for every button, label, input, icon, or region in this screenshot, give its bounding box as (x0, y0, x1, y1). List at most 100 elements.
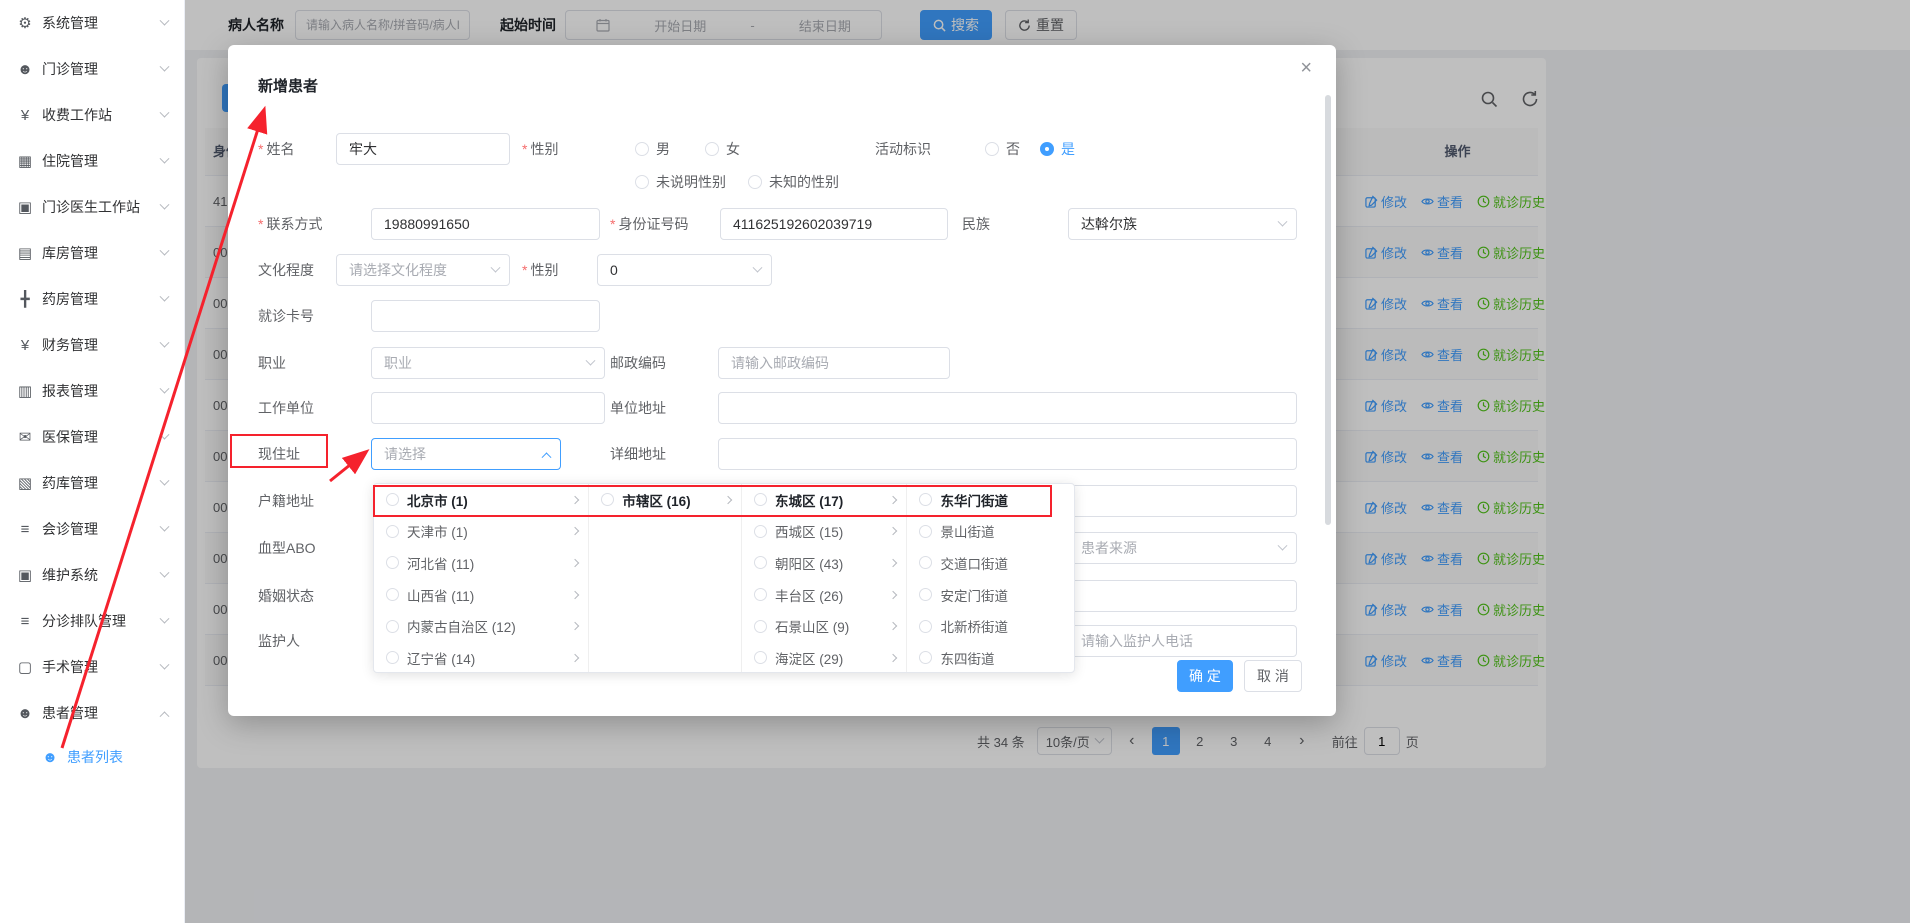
cascader-option[interactable]: 朝阳区 (43) (742, 547, 907, 579)
confirm-button[interactable]: 确 定 (1177, 660, 1233, 692)
gender-radio-unknown[interactable]: 未知的性别 (748, 166, 839, 198)
modal-scrollbar[interactable] (1325, 95, 1331, 525)
sidebar-item[interactable]: ╋ 药房管理 (0, 276, 184, 322)
cascader-option[interactable]: 北京市 (1) (374, 484, 588, 516)
radio-icon (386, 620, 399, 633)
sidebar-item[interactable]: ✉ 医保管理 (0, 414, 184, 460)
cascader-option[interactable]: 石景山区 (9) (742, 610, 907, 642)
sidebar-item[interactable]: ▤ 库房管理 (0, 230, 184, 276)
cascader-option[interactable]: 辽宁省 (14) (374, 642, 588, 672)
card-no-input[interactable] (371, 300, 600, 332)
cascader-option[interactable]: 东华门街道 (907, 484, 1074, 516)
list-icon: ≡ (15, 613, 35, 630)
sidebar-item-label: 门诊管理 (42, 59, 161, 79)
chevron-down-icon (160, 567, 170, 577)
sidebar-subitem-label: 患者列表 (67, 747, 168, 767)
radio-icon (919, 651, 932, 664)
cascader-district-column: 东城区 (17) 西城区 (15) 朝阳区 (43) 丰台区 (26) (742, 484, 908, 672)
sidebar-item[interactable]: ▥ 报表管理 (0, 368, 184, 414)
sidebar-item[interactable]: ☻ 患者管理 (0, 690, 184, 736)
cascader-option[interactable]: 丰台区 (26) (742, 579, 907, 611)
sidebar-item-label: 库房管理 (42, 243, 161, 263)
sidebar-item[interactable]: ⚙ 系统管理 (0, 0, 184, 46)
gender-radio-male[interactable]: 男 (635, 133, 670, 165)
chevron-right-icon (571, 654, 579, 662)
gender-radio-female[interactable]: 女 (705, 133, 740, 165)
education-select[interactable]: 请选择文化程度 (336, 254, 510, 286)
sidebar: ⚙ 系统管理 ☻ 门诊管理 ¥ 收费工作站 ▦ 住院管理 ▣ (0, 0, 185, 923)
guardian-phone-input[interactable] (1068, 625, 1297, 657)
sidebar-item[interactable]: ¥ 收费工作站 (0, 92, 184, 138)
cascader-option[interactable]: 北新桥街道 (907, 610, 1074, 642)
sidebar-item[interactable]: ▣ 维护系统 (0, 552, 184, 598)
radio-icon (919, 588, 932, 601)
active-flag-radio-yes[interactable]: 是 (1040, 133, 1075, 165)
cascader-option[interactable]: 内蒙古自治区 (12) (374, 610, 588, 642)
chevron-right-icon (889, 496, 897, 504)
contact-input[interactable] (371, 208, 600, 240)
sidebar-item[interactable]: ▧ 药库管理 (0, 460, 184, 506)
cascader-option[interactable]: 天津市 (1) (374, 516, 588, 548)
marital-status-input[interactable] (1068, 580, 1297, 612)
chevron-right-icon (889, 559, 897, 567)
chevron-down-icon (160, 107, 170, 117)
cascader-option[interactable]: 东四街道 (907, 642, 1074, 672)
sidebar-item[interactable]: ☻ 门诊管理 (0, 46, 184, 92)
sidebar-item-label: 医保管理 (42, 427, 161, 447)
current-address-label: 现住址 (258, 438, 300, 470)
sidebar-item-patient-list[interactable]: ☻ 患者列表 (0, 736, 184, 778)
registered-address-input[interactable] (1068, 485, 1297, 517)
chevron-down-icon (160, 659, 170, 669)
chevron-down-icon (1278, 216, 1288, 226)
radio-icon (754, 588, 767, 601)
patient-source-select[interactable]: 患者来源 (1068, 532, 1297, 564)
chevron-right-icon (571, 622, 579, 630)
chevron-down-icon (160, 291, 170, 301)
sidebar-item[interactable]: ¥ 财务管理 (0, 322, 184, 368)
nation-select[interactable]: 达斡尔族 (1068, 208, 1297, 240)
active-flag-radio-no[interactable]: 否 (985, 133, 1020, 165)
sidebar-item[interactable]: ▣ 门诊医生工作站 (0, 184, 184, 230)
chart-icon: ▦ (15, 152, 35, 170)
radio-icon (386, 556, 399, 569)
name-input[interactable] (336, 133, 510, 165)
occupation-select[interactable]: 职业 (371, 347, 605, 379)
cascader-option[interactable]: 景山街道 (907, 516, 1074, 548)
sidebar-item[interactable]: ▢ 手术管理 (0, 644, 184, 690)
cascader-option[interactable]: 西城区 (15) (742, 516, 907, 548)
cascader-option[interactable]: 山西省 (11) (374, 579, 588, 611)
chevron-right-icon (571, 590, 579, 598)
postcode-input[interactable] (718, 347, 950, 379)
cascader-option[interactable]: 交道口街道 (907, 547, 1074, 579)
chevron-down-icon (491, 262, 501, 272)
detail-address-input[interactable] (718, 438, 1297, 470)
cascader-option[interactable]: 市辖区 (16) (589, 484, 741, 516)
sidebar-item[interactable]: ≡ 会诊管理 (0, 506, 184, 552)
work-unit-label: 工作单位 (258, 392, 314, 424)
cancel-button[interactable]: 取 消 (1244, 660, 1302, 692)
radio-icon (386, 588, 399, 601)
current-address-cascader-select[interactable]: 请选择 (371, 438, 561, 470)
id-number-input[interactable] (720, 208, 948, 240)
id-number-label: *身份证号码 (610, 208, 688, 240)
sidebar-item-label: 财务管理 (42, 335, 161, 355)
sidebar-item[interactable]: ≡ 分诊排队管理 (0, 598, 184, 644)
monitor-icon: ▣ (15, 198, 35, 216)
sidebar-item[interactable]: ▦ 住院管理 (0, 138, 184, 184)
chevron-down-icon (1278, 540, 1288, 550)
close-icon[interactable]: × (1300, 57, 1312, 80)
gear-icon: ⚙ (15, 14, 35, 32)
cascader-option[interactable]: 安定门街道 (907, 579, 1074, 611)
sidebar-item-label: 住院管理 (42, 151, 161, 171)
radio-icon (919, 493, 932, 506)
work-unit-input[interactable] (371, 392, 605, 424)
gender-label: *性别 (522, 133, 558, 165)
cascader-option[interactable]: 东城区 (17) (742, 484, 907, 516)
box-icon: ▧ (15, 474, 35, 492)
unit-address-input[interactable] (718, 392, 1297, 424)
gender-radio-unstated[interactable]: 未说明性别 (635, 166, 726, 198)
gender-code-select[interactable]: 0 (597, 254, 772, 286)
cascader-option[interactable]: 海淀区 (29) (742, 642, 907, 672)
marital-status-label: 婚姻状态 (258, 580, 314, 612)
cascader-option[interactable]: 河北省 (11) (374, 547, 588, 579)
